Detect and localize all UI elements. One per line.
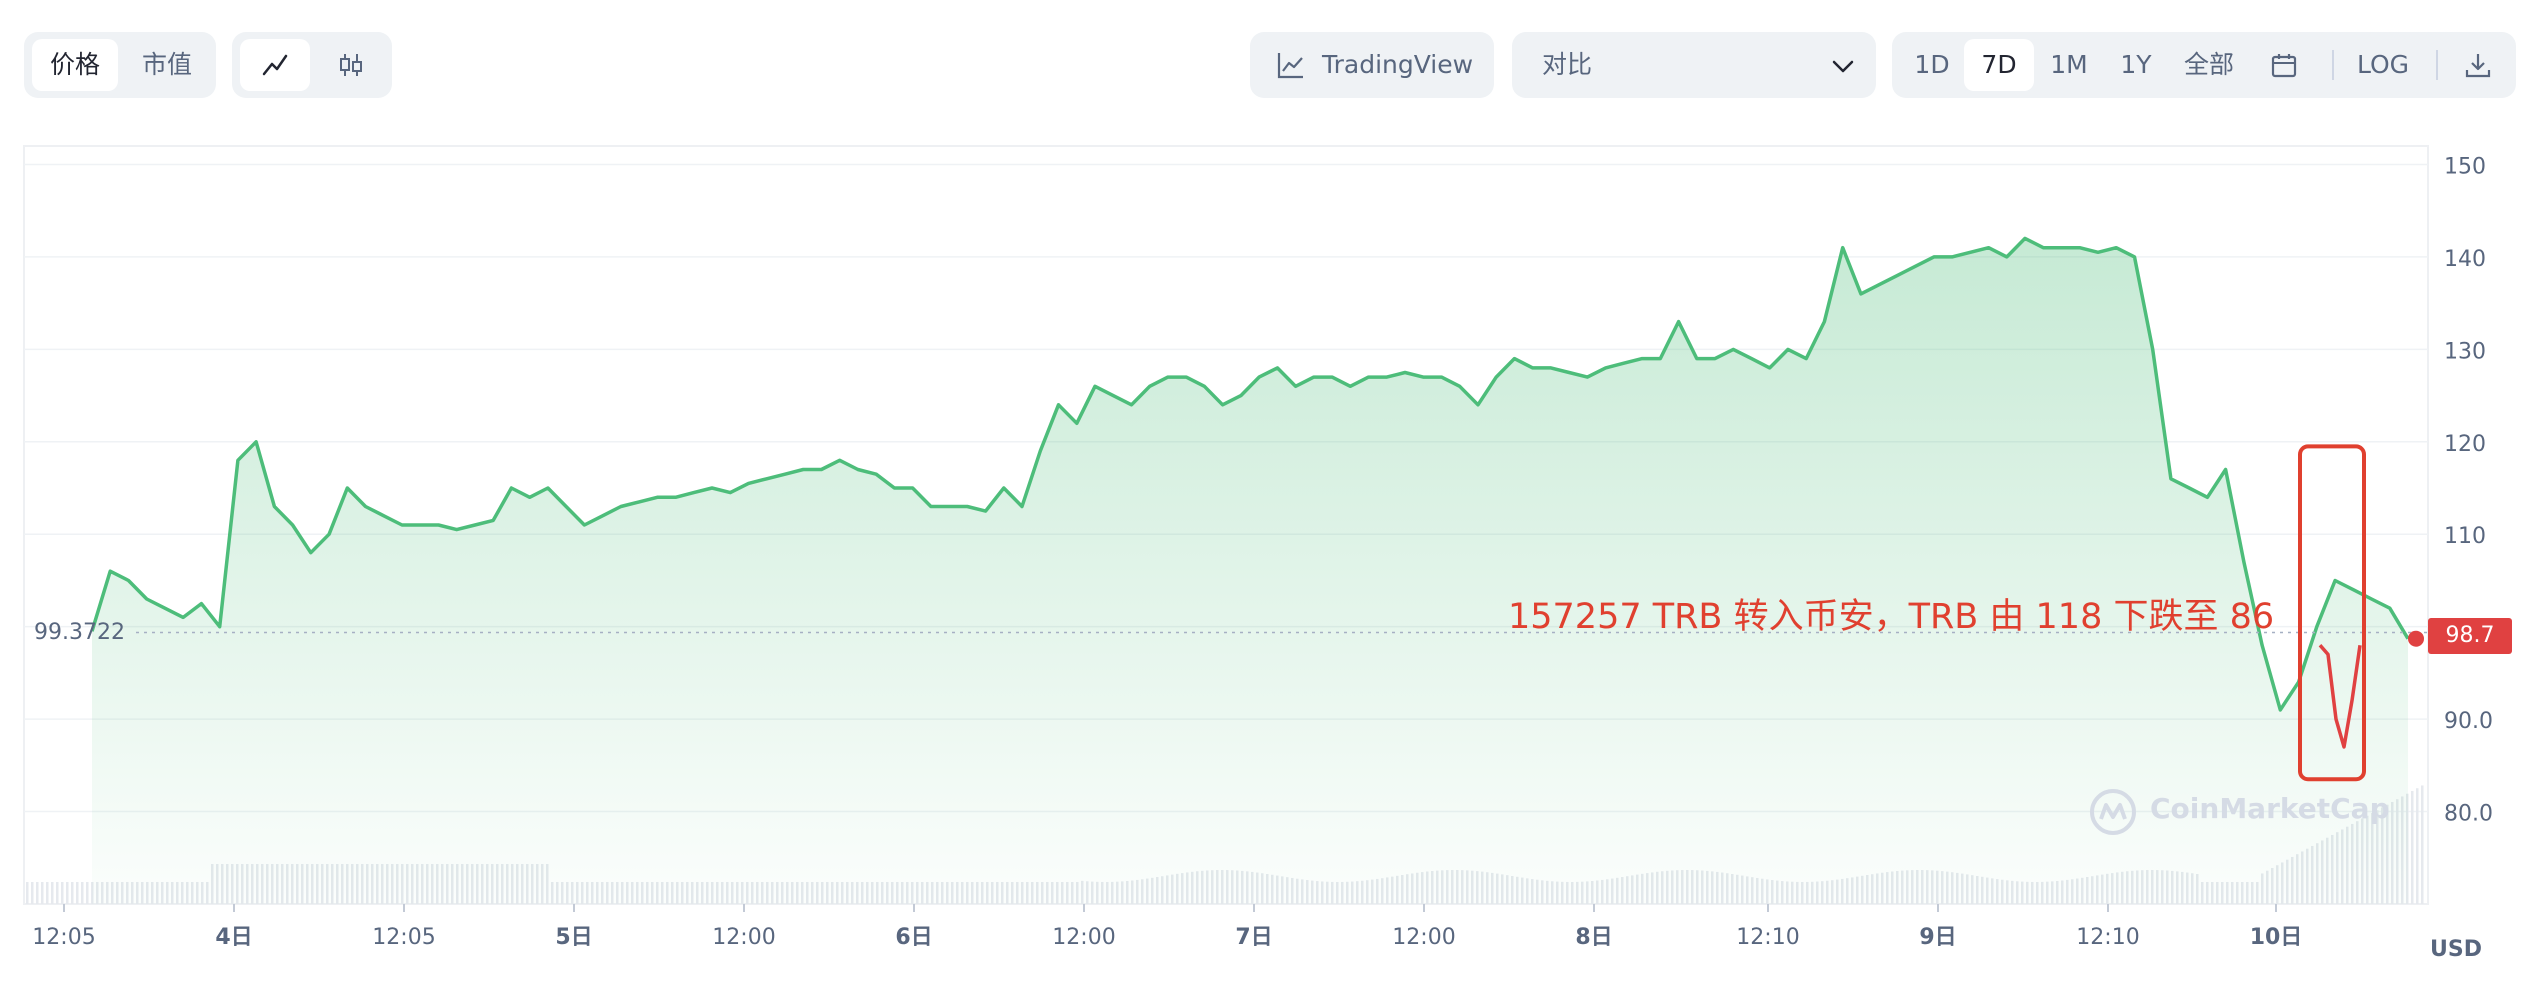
volume-bar	[76, 882, 79, 904]
volume-bar	[26, 882, 29, 904]
x-tick-label: 9日	[1919, 925, 1956, 950]
coinmarketcap-logo-icon	[2090, 789, 2136, 835]
x-tick-label: 12:10	[1736, 925, 1799, 950]
y-tick-label: 130	[2444, 339, 2486, 364]
x-tick-label: 5日	[555, 925, 592, 950]
current-price-dot	[2408, 630, 2424, 647]
y-tick-label: 110	[2444, 524, 2486, 549]
x-tick-label: 12:00	[1052, 925, 1115, 950]
currency-label: USD	[2430, 937, 2482, 962]
x-tick-label: 8日	[1575, 925, 1612, 950]
annotation-text: 157257 TRB 转入币安，TRB 由 118 下跌至 86	[1508, 597, 2275, 637]
volume-bar	[2416, 788, 2419, 904]
volume-bar	[41, 882, 44, 904]
volume-bar	[56, 882, 59, 904]
price-chart: 15014013012011010090.080.0 12:054日12:055…	[23, 145, 2493, 950]
y-tick-label: 120	[2444, 432, 2486, 457]
y-tick-label: 90.0	[2444, 709, 2493, 734]
volume-bar	[2421, 785, 2424, 904]
x-tick-label: 7日	[1235, 925, 1272, 950]
y-tick-label: 80.0	[2444, 802, 2493, 827]
volume-bar	[71, 882, 74, 904]
volume-bar	[81, 882, 84, 904]
x-tick-label: 6日	[895, 925, 932, 950]
x-tick-label: 10日	[2250, 925, 2303, 950]
y-tick-label: 150	[2444, 154, 2486, 179]
price-area	[92, 238, 2408, 904]
volume-bar	[31, 882, 34, 904]
volume-bar	[86, 882, 89, 904]
volume-bar	[66, 882, 69, 904]
volume-bar	[2411, 790, 2414, 904]
x-tick-label: 12:10	[2076, 925, 2139, 950]
watermark: CoinMarketCap	[2150, 792, 2390, 825]
x-tick-label: 12:05	[32, 925, 95, 950]
x-tick-label: 12:05	[372, 925, 435, 950]
volume-bar	[46, 882, 49, 904]
current-price-tag: 98.7	[2428, 618, 2512, 654]
y-tick-label: 140	[2444, 247, 2486, 272]
volume-bar	[51, 882, 54, 904]
open-price-label: 99.3722	[34, 620, 125, 645]
x-tick-label: 4日	[215, 925, 252, 950]
x-tick-label: 12:00	[1392, 925, 1455, 950]
volume-bar	[61, 882, 64, 904]
volume-bar	[36, 882, 39, 904]
x-tick-label: 12:00	[712, 925, 775, 950]
